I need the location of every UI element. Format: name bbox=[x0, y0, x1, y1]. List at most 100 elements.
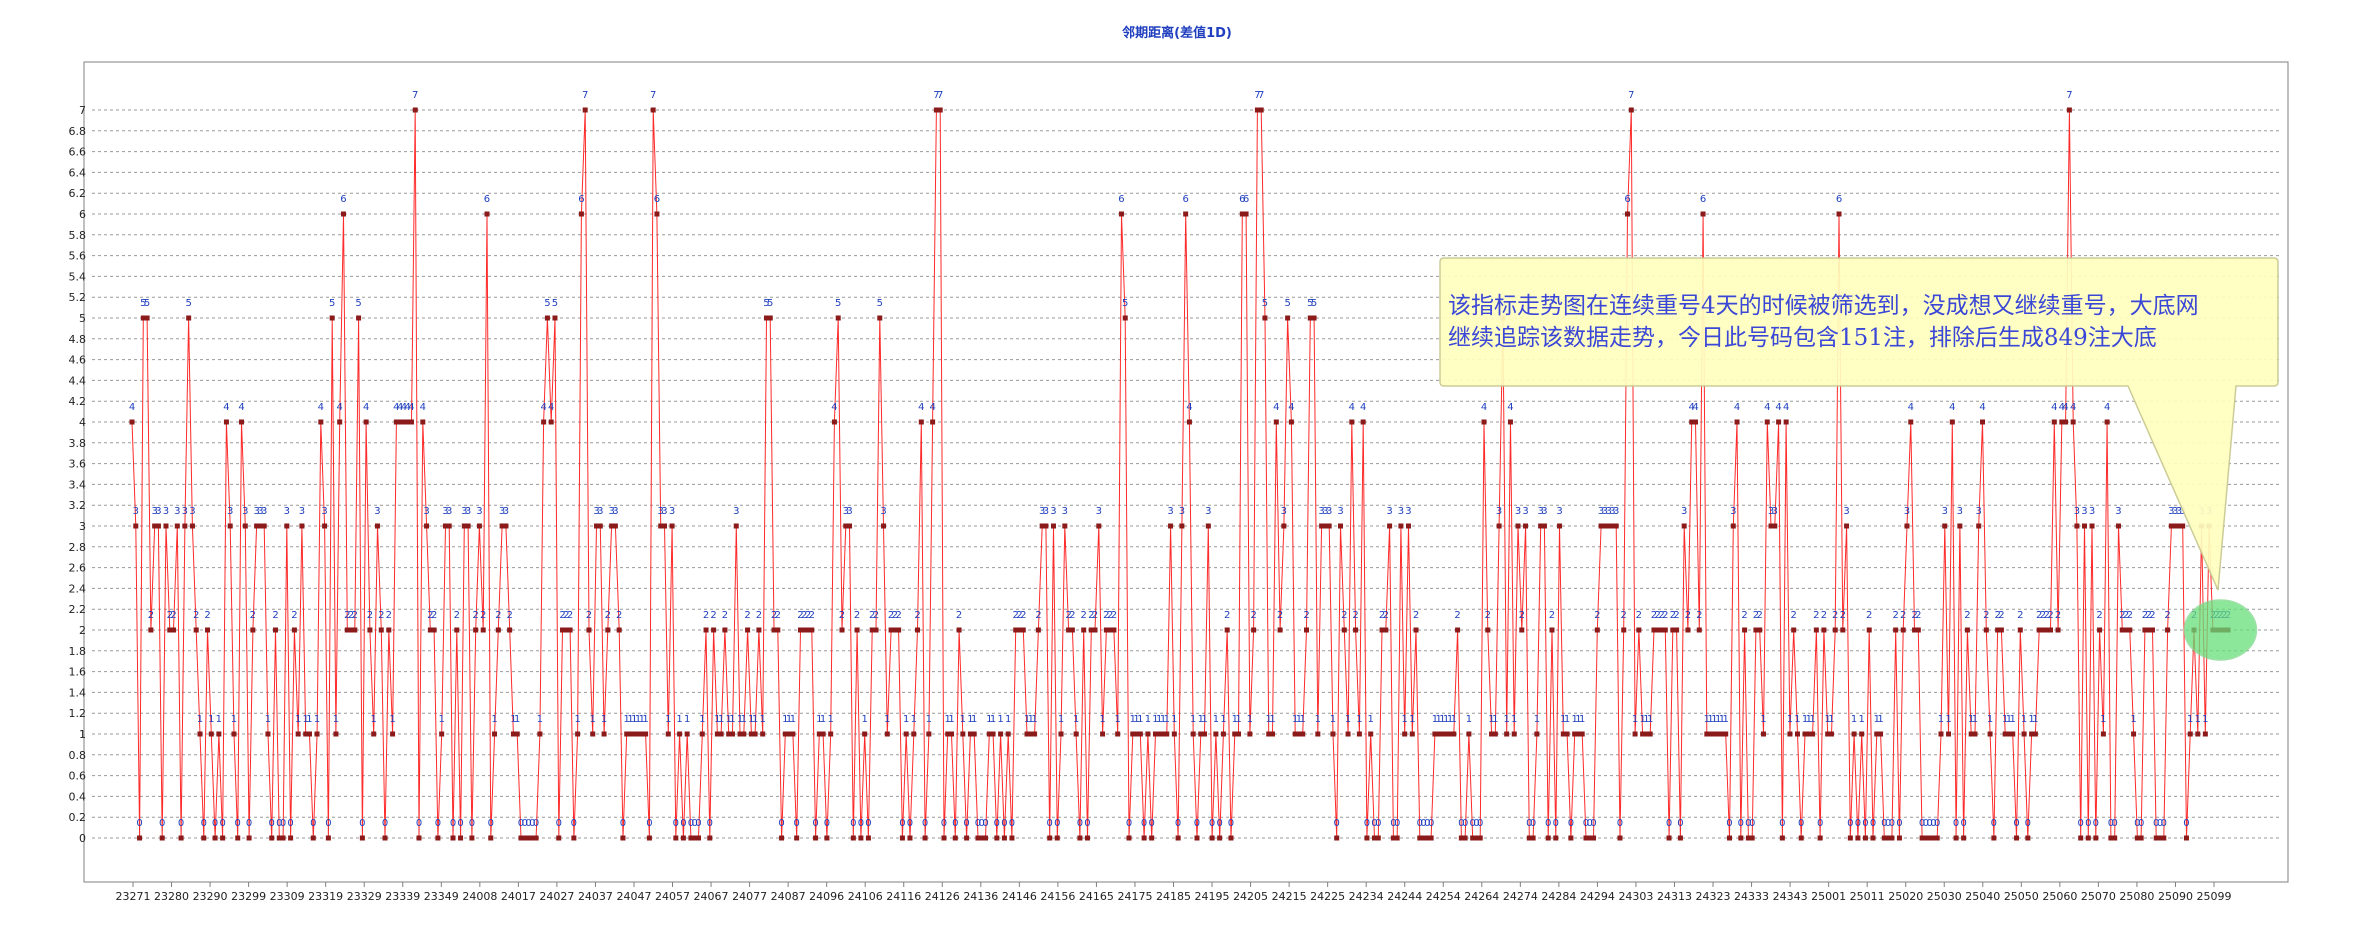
data-point bbox=[1696, 627, 1702, 633]
y-tick-label: 2.2 bbox=[69, 603, 87, 616]
data-point bbox=[2032, 731, 2038, 737]
data-point bbox=[1810, 731, 1816, 737]
data-label: 0 bbox=[1364, 818, 1370, 829]
data-label: 1 bbox=[333, 714, 339, 725]
data-point bbox=[2187, 731, 2193, 737]
data-label: 1 bbox=[676, 714, 682, 725]
data-point bbox=[571, 835, 577, 841]
data-label: 3 bbox=[174, 506, 180, 517]
data-point bbox=[1961, 835, 1967, 841]
data-label: 0 bbox=[469, 818, 475, 829]
data-label: 0 bbox=[1677, 818, 1683, 829]
data-point bbox=[137, 835, 143, 841]
x-tick-label: 24323 bbox=[1696, 890, 1731, 903]
data-point bbox=[382, 835, 388, 841]
data-label: 1 bbox=[1402, 714, 1408, 725]
data-point bbox=[363, 419, 369, 425]
data-label: 2 bbox=[291, 610, 297, 621]
data-point bbox=[2085, 835, 2091, 841]
data-point bbox=[1507, 419, 1513, 425]
data-point bbox=[654, 211, 660, 217]
data-label: 1 bbox=[1330, 714, 1336, 725]
data-label: 1 bbox=[1137, 714, 1143, 725]
data-point bbox=[1175, 835, 1181, 841]
data-point bbox=[1889, 835, 1895, 841]
data-point bbox=[223, 419, 229, 425]
data-point bbox=[1220, 731, 1226, 737]
x-tick-label: 24225 bbox=[1310, 890, 1345, 903]
data-point bbox=[1084, 835, 1090, 841]
data-label: 0 bbox=[1798, 818, 1804, 829]
data-label: 4 bbox=[408, 402, 414, 413]
data-label: 2 bbox=[1757, 610, 1763, 621]
data-point bbox=[1625, 211, 1631, 217]
data-point bbox=[2161, 835, 2167, 841]
data-label: 0 bbox=[1568, 818, 1574, 829]
data-label: 0 bbox=[1334, 818, 1340, 829]
data-label: 1 bbox=[1723, 714, 1729, 725]
data-point bbox=[2183, 835, 2189, 841]
data-label: 0 bbox=[865, 818, 871, 829]
data-label: 0 bbox=[450, 818, 456, 829]
data-point bbox=[858, 835, 864, 841]
data-label: 4 bbox=[548, 402, 554, 413]
data-point bbox=[318, 419, 324, 425]
data-point bbox=[1477, 835, 1483, 841]
highlight-circle bbox=[2183, 599, 2258, 661]
data-label: 0 bbox=[2183, 818, 2189, 829]
data-point bbox=[1383, 627, 1389, 633]
y-tick-label: 7 bbox=[79, 104, 86, 117]
data-label: 3 bbox=[465, 506, 471, 517]
data-label: 2 bbox=[506, 610, 512, 621]
data-point bbox=[261, 523, 267, 529]
data-point bbox=[340, 211, 346, 217]
x-axis-ticks: 23271 23280 23290 23299 23309 23319 23329 23339… bbox=[116, 882, 2232, 903]
data-point bbox=[1043, 523, 1049, 529]
data-point bbox=[1368, 731, 1374, 737]
data-label: 0 bbox=[2138, 818, 2144, 829]
x-tick-label: 23299 bbox=[231, 890, 266, 903]
data-label: 1 bbox=[1794, 714, 1800, 725]
data-point bbox=[322, 523, 328, 529]
data-point bbox=[983, 835, 989, 841]
data-label: 1 bbox=[537, 714, 543, 725]
data-label: 0 bbox=[1209, 818, 1215, 829]
data-label: 6 bbox=[1836, 194, 1842, 205]
data-label: 1 bbox=[574, 714, 580, 725]
data-label: 4 bbox=[1273, 402, 1279, 413]
data-label: 2 bbox=[1594, 610, 1600, 621]
x-tick-label: 23280 bbox=[154, 890, 189, 903]
data-label: 1 bbox=[2130, 714, 2136, 725]
data-point bbox=[367, 627, 373, 633]
data-label: 6 bbox=[654, 194, 660, 205]
data-point bbox=[1862, 835, 1868, 841]
data-label: 3 bbox=[1772, 506, 1778, 517]
data-label: 3 bbox=[1496, 506, 1502, 517]
data-point bbox=[514, 731, 520, 737]
x-tick-label: 24303 bbox=[1618, 890, 1653, 903]
data-label: 1 bbox=[1345, 714, 1351, 725]
data-point bbox=[495, 627, 501, 633]
data-label: 7 bbox=[1628, 90, 1634, 101]
data-label: 3 bbox=[669, 506, 675, 517]
y-tick-label: 2 bbox=[79, 624, 86, 637]
data-point bbox=[911, 731, 917, 737]
data-point bbox=[159, 835, 165, 841]
data-label: 2 bbox=[586, 610, 592, 621]
data-label: 1 bbox=[2202, 714, 2208, 725]
data-label: 0 bbox=[899, 818, 905, 829]
data-label: 2 bbox=[1092, 610, 1098, 621]
data-label: 0 bbox=[136, 818, 142, 829]
data-point bbox=[1058, 731, 1064, 737]
data-label: 0 bbox=[680, 818, 686, 829]
y-tick-label: 3.8 bbox=[69, 437, 87, 450]
data-point bbox=[1621, 627, 1627, 633]
data-label: 2 bbox=[1983, 610, 1989, 621]
data-label: 0 bbox=[1590, 818, 1596, 829]
x-tick-label: 24284 bbox=[1541, 890, 1576, 903]
data-point bbox=[779, 835, 785, 841]
data-point bbox=[386, 627, 392, 633]
annotation-line-2: 继续追踪该数据走势，今日此号码包含151注，排除后生成849注大底 bbox=[1448, 325, 2157, 351]
data-point bbox=[1054, 835, 1060, 841]
data-label: 1 bbox=[1938, 714, 1944, 725]
